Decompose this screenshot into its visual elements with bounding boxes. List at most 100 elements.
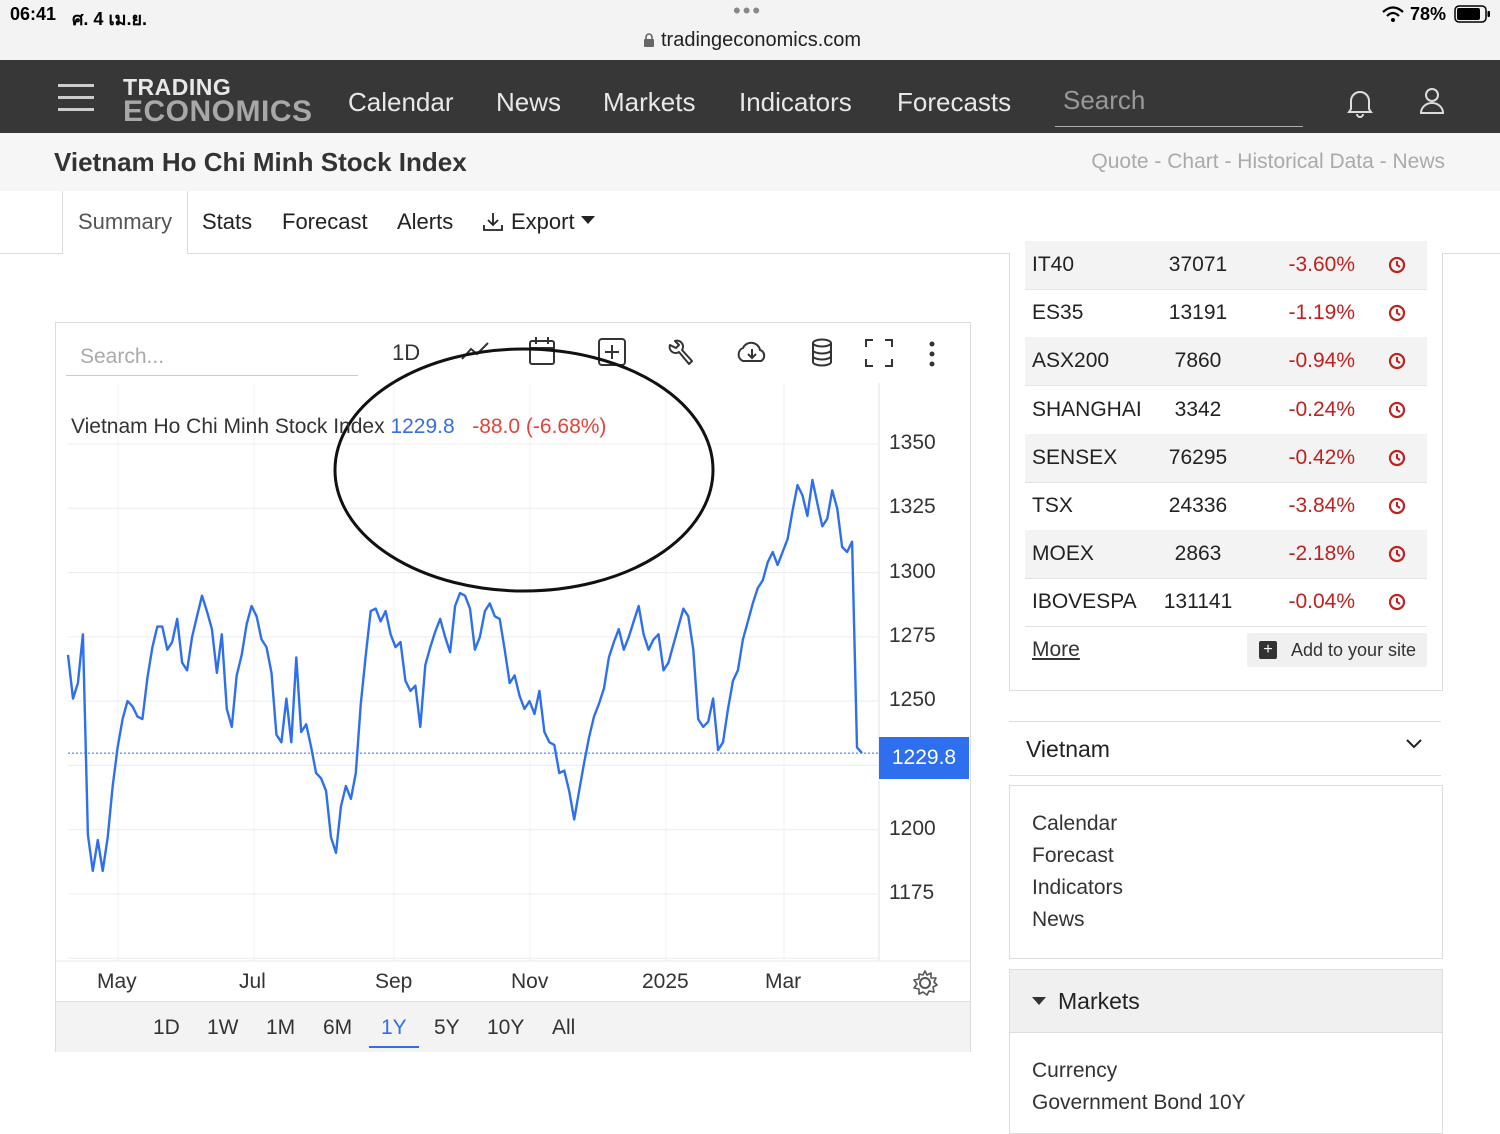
- clock-icon[interactable]: [1387, 496, 1407, 516]
- page-title: Vietnam Ho Chi Minh Stock Index: [54, 147, 467, 177]
- more-link[interactable]: More: [1032, 638, 1080, 662]
- market-symbol: ES35: [1032, 301, 1084, 325]
- market-symbol: IBOVESPA: [1032, 590, 1137, 614]
- x-tick-label: May: [97, 970, 137, 993]
- range-1y[interactable]: 1Y: [369, 1016, 419, 1048]
- country-link-news[interactable]: News: [1032, 908, 1085, 932]
- tab-export[interactable]: Export: [511, 209, 575, 235]
- clock-icon[interactable]: [1387, 544, 1407, 564]
- clock-icon[interactable]: [1387, 303, 1407, 323]
- country-dropdown[interactable]: Vietnam: [1009, 721, 1441, 776]
- clock-icon[interactable]: [1387, 400, 1407, 420]
- more-dots-icon[interactable]: •••: [733, 0, 762, 24]
- nav-news[interactable]: News: [496, 87, 561, 118]
- market-row[interactable]: SENSEX 76295 -0.42%: [1025, 433, 1427, 483]
- user-account-icon[interactable]: [1419, 87, 1445, 115]
- nav-calendar[interactable]: Calendar: [348, 87, 454, 118]
- country-link-forecast[interactable]: Forecast: [1032, 844, 1114, 868]
- markets-section-label: Markets: [1058, 988, 1140, 1014]
- add-to-site-button[interactable]: + Add to your site: [1247, 633, 1427, 667]
- nav-indicators[interactable]: Indicators: [739, 87, 852, 118]
- status-date: ศ. 4 เม.ย.: [72, 9, 148, 29]
- hamburger-menu-icon[interactable]: [58, 84, 94, 112]
- tab-summary[interactable]: Summary: [62, 191, 188, 254]
- market-value: 2863: [1174, 542, 1222, 566]
- range-10y[interactable]: 10Y: [487, 1016, 524, 1040]
- range-1d[interactable]: 1D: [153, 1016, 180, 1040]
- market-change: -1.19%: [1288, 301, 1355, 325]
- nav-forecasts[interactable]: Forecasts: [897, 87, 1011, 118]
- market-change: -0.42%: [1288, 445, 1355, 469]
- market-value: 131141: [1163, 590, 1233, 614]
- series-line: [66, 478, 863, 873]
- search-input[interactable]: Search: [1055, 82, 1303, 127]
- range-all[interactable]: All: [552, 1016, 575, 1040]
- x-tick-label: Nov: [511, 970, 549, 993]
- y-tick-label: 1200: [889, 816, 936, 840]
- market-change: -0.04%: [1288, 590, 1355, 614]
- markets-link-bond[interactable]: Government Bond 10Y: [1032, 1091, 1246, 1115]
- logo-economics[interactable]: ECONOMICS: [123, 97, 313, 127]
- market-row[interactable]: SHANGHAI 3342 -0.24%: [1025, 386, 1427, 435]
- legend-change: -88.0 (-6.68%): [472, 415, 607, 438]
- markets-link-currency[interactable]: Currency: [1032, 1059, 1117, 1083]
- market-row[interactable]: ES35 13191 -1.19%: [1025, 289, 1427, 339]
- main-navbar: TRADING ECONOMICS Calendar News Markets …: [0, 60, 1500, 133]
- tab-alerts[interactable]: Alerts: [397, 209, 453, 235]
- market-symbol: IT40: [1032, 253, 1075, 276]
- clock-icon[interactable]: [1387, 592, 1407, 612]
- market-symbol: SHANGHAI: [1032, 397, 1142, 421]
- chart-legend: Vietnam Ho Chi Minh Stock Index 1229.8 -…: [71, 415, 606, 439]
- market-value: 76295: [1168, 445, 1228, 469]
- range-5y[interactable]: 5Y: [434, 1016, 460, 1040]
- clock-time: 06:41: [10, 4, 57, 24]
- range-1w[interactable]: 1W: [207, 1016, 239, 1040]
- collapse-triangle-icon: [1032, 997, 1046, 1005]
- country-link-calendar[interactable]: Calendar: [1032, 812, 1117, 836]
- chevron-down-icon: [1406, 739, 1422, 749]
- range-1m[interactable]: 1M: [266, 1016, 295, 1040]
- clock-icon[interactable]: [1387, 448, 1407, 468]
- country-links-panel: Calendar Forecast Indicators News: [1009, 785, 1443, 959]
- market-row[interactable]: MOEX 2863 -2.18%: [1025, 530, 1427, 580]
- markets-table: IT40 37071 -3.60% ES35 13191 -1.19% ASX200 7860…: [1009, 241, 1443, 691]
- address-bar-url[interactable]: tradingeconomics.com: [661, 29, 861, 52]
- y-tick-label: 1300: [889, 559, 936, 583]
- legend-name: Vietnam Ho Chi Minh Stock Index: [71, 415, 385, 438]
- market-value: 7860: [1174, 349, 1222, 373]
- y-tick-label: 1275: [889, 623, 936, 647]
- tab-stats[interactable]: Stats: [202, 209, 252, 235]
- clock-icon[interactable]: [1387, 351, 1407, 371]
- breadcrumb-links[interactable]: Quote - Chart - Historical Data - News: [1091, 150, 1445, 174]
- x-tick-label: Sep: [375, 970, 413, 993]
- market-row[interactable]: IT40 37071 -3.60%: [1025, 241, 1427, 290]
- market-value: 37071: [1168, 253, 1228, 276]
- x-tick-label: Mar: [765, 970, 802, 993]
- y-tick-label: 1250: [889, 688, 936, 712]
- last-price-label: 1229.8: [879, 737, 969, 779]
- market-change: -3.60%: [1288, 253, 1355, 276]
- range-6m[interactable]: 6M: [323, 1016, 352, 1040]
- markets-links-panel: Currency Government Bond 10Y: [1009, 1033, 1443, 1134]
- tab-forecast[interactable]: Forecast: [282, 209, 368, 235]
- y-tick-label: 1175: [889, 881, 935, 904]
- lock-icon: [644, 33, 654, 47]
- market-value: 13191: [1168, 301, 1228, 325]
- range-selector: 1D 1W 1M 6M 1Y 5Y 10Y All: [56, 1001, 970, 1052]
- chart-settings-gear-icon[interactable]: [912, 970, 938, 996]
- download-icon[interactable]: [482, 211, 504, 233]
- market-row[interactable]: IBOVESPA 131141 -0.04%: [1025, 578, 1427, 628]
- market-row[interactable]: ASX200 7860 -0.94%: [1025, 337, 1427, 387]
- device-status-bar: 06:41 ศ. 4 เม.ย. ••• tradingeconomics.co…: [0, 0, 1500, 60]
- bell-icon[interactable]: [1347, 88, 1373, 118]
- y-tick-label: 1325: [889, 495, 936, 519]
- market-change: -2.18%: [1288, 542, 1355, 566]
- market-symbol: SENSEX: [1032, 445, 1118, 469]
- country-link-indicators[interactable]: Indicators: [1032, 876, 1123, 900]
- nav-markets[interactable]: Markets: [603, 87, 695, 118]
- market-value: 3342: [1174, 397, 1222, 421]
- x-tick-label: 2025: [642, 970, 689, 993]
- clock-icon[interactable]: [1387, 255, 1407, 275]
- market-row[interactable]: TSX 24336 -3.84%: [1025, 482, 1427, 531]
- markets-section-header[interactable]: Markets: [1009, 969, 1443, 1033]
